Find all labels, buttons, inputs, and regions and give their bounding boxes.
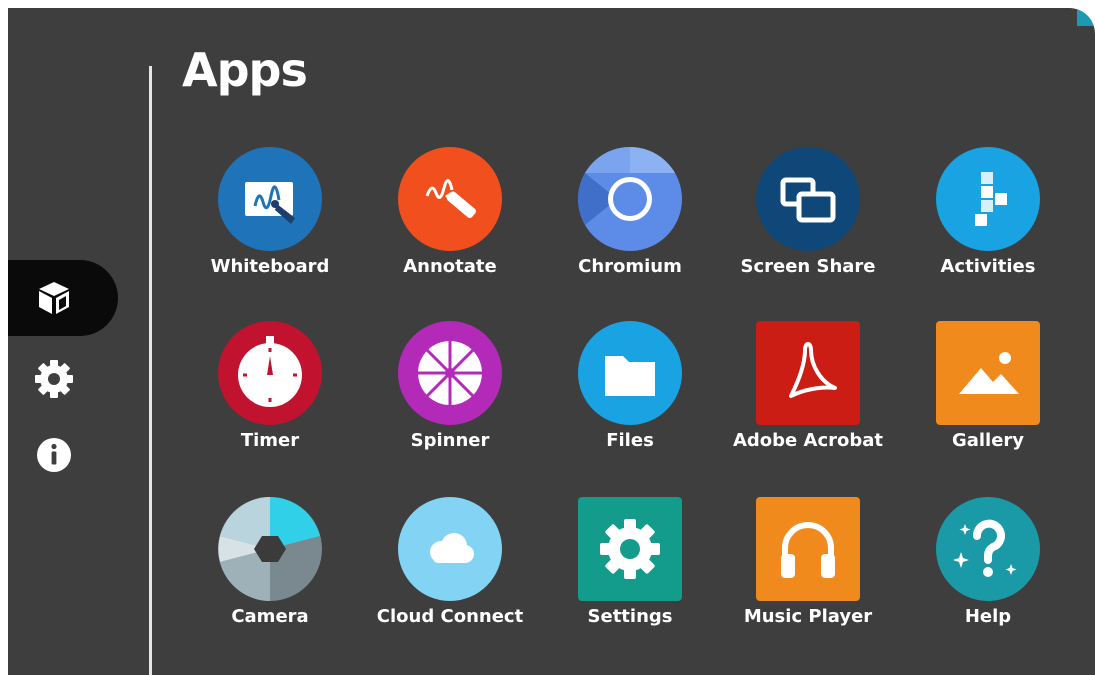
sidebar-item-apps[interactable] [8, 260, 118, 336]
app-gallery[interactable]: Gallery [903, 320, 1073, 480]
app-label: Gallery [951, 430, 1025, 451]
app-label: Settings [587, 606, 673, 627]
headphones-icon [756, 497, 860, 601]
sidebar-item-info[interactable] [8, 430, 98, 480]
gallery-icon [936, 321, 1040, 425]
app-label: Screen Share [740, 256, 876, 277]
app-timer[interactable]: Timer [185, 320, 355, 480]
timer-icon [218, 321, 322, 425]
app-label: Files [606, 430, 654, 451]
app-chromium[interactable]: Chromium [545, 146, 715, 306]
app-label: Annotate [403, 256, 497, 277]
acrobat-icon [756, 321, 860, 425]
app-cloud-connect[interactable]: Cloud Connect [365, 496, 535, 656]
app-label: Chromium [578, 256, 682, 277]
camera-icon [218, 497, 322, 601]
annotate-icon [398, 147, 502, 251]
app-label: Whiteboard [210, 256, 330, 277]
app-label: Help [964, 606, 1012, 627]
gear-icon [35, 360, 73, 398]
app-activities[interactable]: Activities [903, 146, 1073, 306]
cube-icon [39, 282, 69, 314]
app-annotate[interactable]: Annotate [365, 146, 535, 306]
activities-icon [936, 147, 1040, 251]
app-label: Timer [240, 430, 300, 451]
sidebar-item-settings[interactable] [8, 354, 98, 404]
app-files[interactable]: Files [545, 320, 715, 480]
app-screen-share[interactable]: Screen Share [723, 146, 893, 306]
spinner-icon [398, 321, 502, 425]
app-help[interactable]: Help [903, 496, 1073, 656]
app-label: Adobe Acrobat [732, 430, 884, 451]
screen-share-icon [756, 147, 860, 251]
apps-screen: Apps Whiteboard Annotate Chromium Screen… [8, 8, 1095, 675]
sidebar-divider [149, 66, 152, 675]
help-icon [936, 497, 1040, 601]
app-label: Activities [940, 256, 1036, 277]
chromium-icon [578, 147, 682, 251]
app-music-player[interactable]: Music Player [723, 496, 893, 656]
corner-accent [1077, 8, 1095, 26]
page-title: Apps [182, 43, 308, 97]
app-whiteboard[interactable]: Whiteboard [185, 146, 355, 306]
info-icon [37, 438, 71, 472]
settings-icon [578, 497, 682, 601]
app-label: Cloud Connect [376, 606, 524, 627]
app-spinner[interactable]: Spinner [365, 320, 535, 480]
app-camera[interactable]: Camera [185, 496, 355, 656]
app-adobe-acrobat[interactable]: Adobe Acrobat [723, 320, 893, 480]
cloud-icon [398, 497, 502, 601]
app-label: Music Player [743, 606, 873, 627]
app-label: Camera [231, 606, 309, 627]
whiteboard-icon [218, 147, 322, 251]
app-label: Spinner [410, 430, 490, 451]
app-settings[interactable]: Settings [545, 496, 715, 656]
folder-icon [578, 321, 682, 425]
